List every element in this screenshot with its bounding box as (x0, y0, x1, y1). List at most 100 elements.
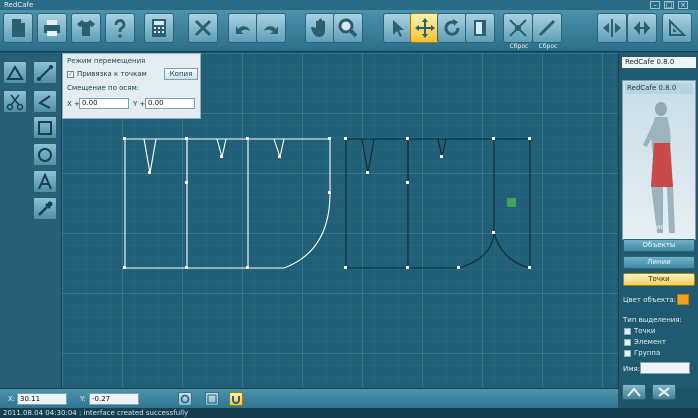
expand-arrows-icon (658, 387, 670, 397)
name-label: Имя: (623, 365, 641, 373)
new-document-button[interactable] (3, 13, 33, 43)
title-bar: RedCafe – □ × (0, 0, 698, 10)
mannequin-preview-icon (643, 102, 675, 233)
reset-line-button[interactable]: Сброс (532, 13, 562, 50)
select-element-option[interactable]: Элемент (624, 338, 666, 346)
lines-button[interactable]: Линии (623, 256, 695, 269)
select-element-checkbox[interactable] (624, 338, 631, 346)
reset-point-icon (509, 19, 527, 37)
scissors-tool-button[interactable] (3, 90, 27, 113)
points-button[interactable]: Точки (623, 273, 695, 286)
snap-checkbox[interactable]: ✓ (67, 70, 74, 78)
mirror-vertical-button[interactable] (597, 13, 627, 43)
layers-button[interactable] (178, 392, 192, 406)
y-coord-label: Y: (80, 395, 86, 403)
reset-point-button[interactable]: Сброс (503, 13, 533, 50)
help-button[interactable] (105, 13, 135, 43)
undo-button[interactable] (228, 13, 258, 43)
select-points-option[interactable]: Точки (624, 327, 655, 335)
document-icon (12, 19, 25, 37)
calculator-button[interactable] (144, 13, 174, 43)
pattern-points (123, 137, 531, 269)
x-offset-label: X + (67, 100, 80, 108)
grid-toggle-button[interactable] (205, 392, 219, 406)
measure-button[interactable] (662, 13, 692, 43)
name-field[interactable] (640, 362, 690, 374)
rectangle-tool-button[interactable] (33, 116, 57, 139)
object-color-swatch[interactable] (677, 294, 689, 305)
redo-icon (264, 26, 278, 34)
pan-button[interactable] (305, 13, 335, 43)
ruler-tool-button[interactable] (3, 61, 27, 84)
cut-tool-icon (194, 19, 212, 37)
help-icon (114, 19, 126, 38)
line-tool-button[interactable] (33, 61, 57, 84)
previous-button[interactable] (622, 384, 646, 400)
y-offset-field[interactable]: 0.00 (145, 98, 195, 109)
text-tool-button[interactable] (33, 170, 57, 193)
printer-icon (44, 20, 60, 36)
window-title: RedCafe (4, 1, 34, 9)
object-list-item[interactable]: RedCafe 0.8.0 (625, 83, 693, 94)
zoom-button[interactable] (333, 13, 363, 43)
selection-type-label: Тип выделения: (623, 316, 682, 324)
log-message: 2011.08.04 04:30:04 : interface created … (0, 408, 698, 418)
y-offset-label: Y + (133, 100, 146, 108)
rotate-icon (444, 19, 460, 36)
angle-icon (38, 94, 51, 109)
move-mode-panel: Режим перемещения ✓ Привязка к точкам Ко… (62, 53, 201, 119)
x-coord-field: 30.11 (17, 393, 67, 405)
page-button[interactable] (465, 13, 495, 43)
status-bar: X: 30.11 Y: -0.27 (0, 388, 618, 408)
move-tool-button[interactable] (410, 13, 440, 43)
select-points-checkbox[interactable] (624, 327, 631, 335)
maximize-button[interactable]: □ (664, 1, 674, 9)
selection-label: Выделение: (623, 223, 668, 231)
copy-button[interactable]: Копия (164, 68, 198, 80)
minimize-button[interactable]: – (650, 1, 660, 9)
x-offset-field[interactable]: 0.00 (79, 98, 129, 109)
y-coord-field: -0.27 (89, 393, 139, 405)
select-element-label: Элемент (634, 338, 666, 346)
move-panel-header: Режим перемещения (67, 57, 146, 65)
object-list[interactable]: RedCafe 0.8.0 (622, 80, 696, 240)
select-group-option[interactable]: Группа (624, 349, 660, 357)
mirror-horizontal-icon (634, 21, 650, 35)
back-pattern (345, 138, 531, 269)
eyedropper-tool-button[interactable] (33, 197, 57, 220)
reset-line-icon (538, 19, 556, 37)
circle-tool-button[interactable] (33, 143, 57, 166)
angle-tool-button[interactable] (33, 90, 57, 113)
reset-line-caption: Сброс (538, 43, 558, 50)
expand-button[interactable] (652, 384, 676, 400)
magnet-icon (232, 396, 240, 404)
objects-button[interactable]: Объекты (623, 239, 695, 252)
selection-count: 0 (675, 223, 680, 231)
rotate-button[interactable] (437, 13, 467, 43)
select-pointer-button[interactable] (383, 13, 413, 43)
main-toolbar: Сброс Сброс (0, 10, 698, 52)
cut-tool-button[interactable] (188, 13, 218, 43)
snap-toggle-button[interactable] (229, 392, 243, 406)
calculator-icon (152, 19, 166, 37)
ruler-triangle-icon (6, 64, 24, 80)
drawing-tools-panel (0, 53, 62, 388)
x-coord-label: X: (8, 395, 16, 403)
text-a-icon (38, 172, 52, 189)
project-title-field: RedCafe 0.8.0 (622, 57, 696, 68)
mirror-horizontal-button[interactable] (627, 13, 657, 43)
garment-button[interactable] (71, 13, 101, 43)
snap-to-points-option[interactable]: ✓ Привязка к точкам (67, 70, 147, 78)
scissors-icon (6, 94, 24, 110)
select-group-checkbox[interactable] (624, 349, 631, 357)
cursor-marker (507, 198, 516, 207)
hand-icon (311, 18, 325, 37)
print-button[interactable] (37, 13, 67, 43)
select-group-label: Группа (634, 349, 661, 357)
layers-icon (180, 394, 190, 404)
close-button[interactable]: × (678, 1, 688, 9)
redo-button[interactable] (256, 13, 286, 43)
object-color-label: Цвет объекта: (623, 296, 676, 304)
pointer-icon (393, 20, 404, 37)
circle-icon (38, 147, 52, 162)
